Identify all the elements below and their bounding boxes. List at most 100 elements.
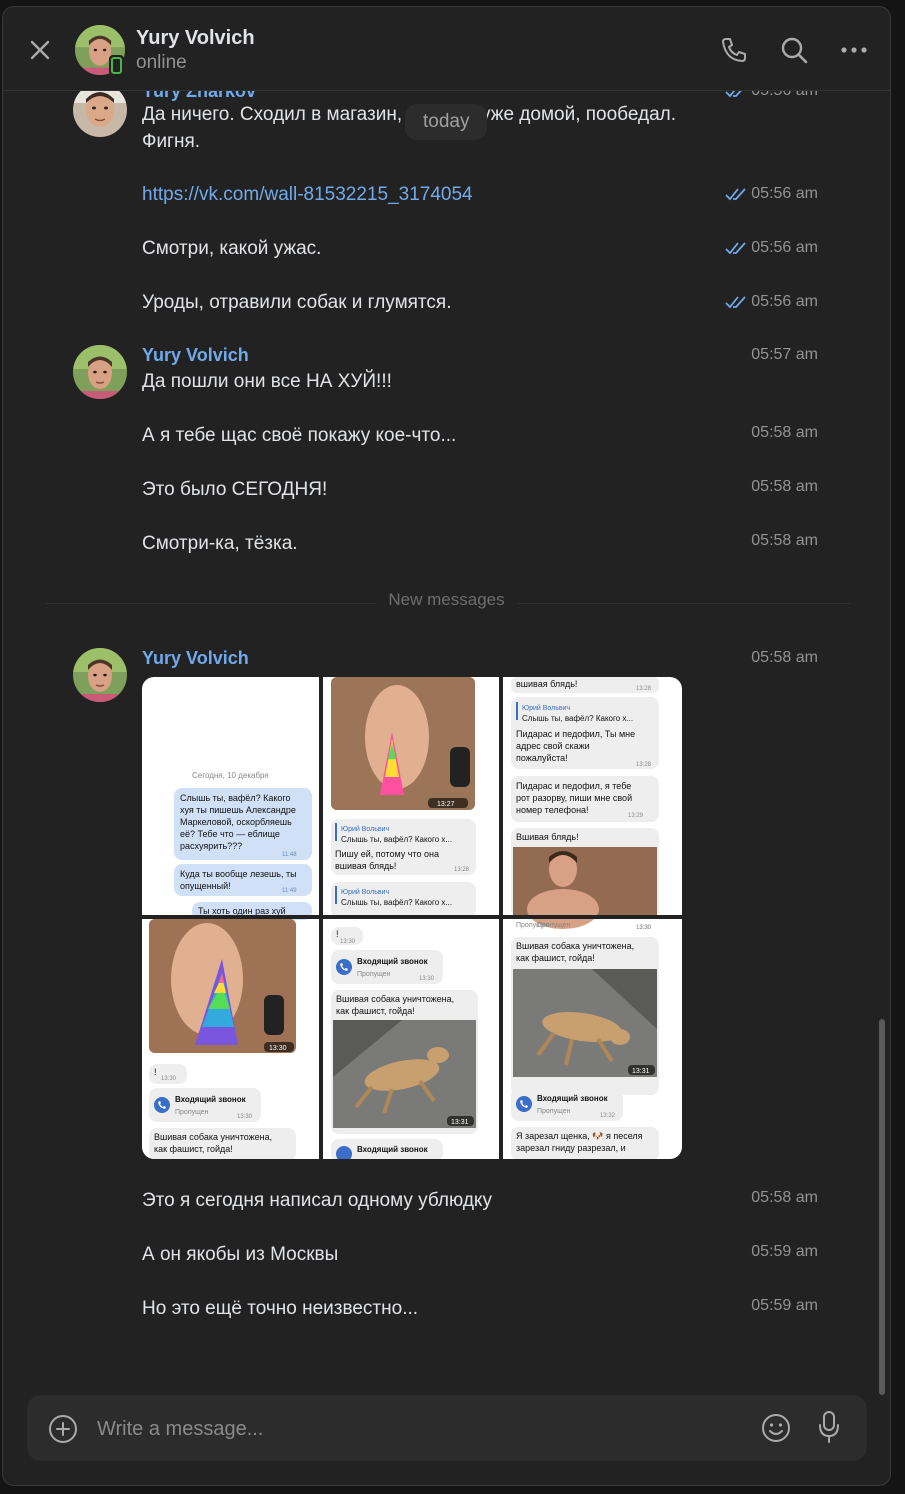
message-text: А я тебе щас своё покажу кое-что... [142,425,457,446]
svg-text:Пропущен: Пропущен [516,922,550,929]
svg-text:вшивая блядь!: вшивая блядь! [516,679,577,689]
svg-text:номер телефона!: номер телефона! [516,805,589,815]
double-check-icon [725,296,746,309]
svg-text:Сегодня, 10 декабря: Сегодня, 10 декабря [192,771,269,780]
svg-text:13:30: 13:30 [269,1045,287,1052]
photo-album[interactable]: Сегодня, 10 декабря Слышь ты, вафёл? Как… [142,677,682,1159]
svg-text:Вшивая собака уничтожена,: Вшивая собака уничтожена, [154,1132,272,1142]
svg-text:13:32: 13:32 [600,1113,616,1119]
mobile-online-icon [109,55,124,76]
avatar-yury-volvich[interactable] [73,345,127,399]
svg-text:13:30: 13:30 [419,976,435,982]
sender-name[interactable]: Yury Volvich [142,345,249,366]
svg-text:Входящий звонок: Входящий звонок [537,1094,609,1103]
svg-text:13:29: 13:29 [628,813,644,819]
svg-text:Пидарас и педофил, я тебе: Пидарас и педофил, я тебе [516,781,631,791]
message-time: 05:56 am [725,293,818,311]
phone-icon[interactable] [717,33,751,67]
svg-text:Юрий Вольвич: Юрий Вольвич [341,825,389,833]
svg-text:Пропущен: Пропущен [175,1109,209,1116]
svg-text:Слышь ты, вафёл? Какого х...: Слышь ты, вафёл? Какого х... [341,835,452,844]
message-history[interactable]: Yury Zharkov 05:56 am Да ничего. Сходил … [3,7,890,1387]
microphone-icon[interactable] [815,1409,843,1445]
svg-text:13:30: 13:30 [237,1114,253,1120]
svg-text:11:48: 11:48 [282,852,297,858]
message-text: Уроды, отравили собак и глумятся. [142,292,452,313]
svg-text:Юрий Вольвич: Юрий Вольвич [522,704,570,712]
double-check-icon [725,242,746,255]
svg-text:Вшивая блядь!: Вшивая блядь! [516,832,579,842]
svg-text:13:30: 13:30 [340,939,356,945]
svg-text:Пропущен: Пропущен [357,971,391,978]
message-text: Это я сегодня написал одному ублюдку [142,1190,492,1211]
message-time: 05:56 am [725,239,818,257]
more-icon[interactable] [837,33,871,67]
new-messages-label: New messages [3,590,890,610]
svg-text:Пидарас и педофил, Ты мне: Пидарас и педофил, Ты мне [516,729,635,739]
svg-text:её? Тебе что — еблище: её? Тебе что — еблище [180,829,280,839]
svg-text:зарезал гниду разрезал, и: зарезал гниду разрезал, и [516,1143,626,1153]
svg-text:Вшивая собака уничтожена,: Вшивая собака уничтожена, [516,941,634,951]
message-time: 05:56 am [725,185,818,203]
svg-text:Слышь ты, вафёл? Какого х...: Слышь ты, вафёл? Какого х... [341,898,452,907]
svg-text:Пропущен: Пропущен [537,1108,571,1115]
chat-window: Yury Zharkov 05:56 am Да ничего. Сходил … [2,6,891,1486]
svg-text:рот разорву, пиши мне свой: рот разорву, пиши мне свой [516,793,632,803]
svg-text:пожалуйста!: пожалуйста! [516,753,568,763]
svg-text:адрес свой скажи: адрес свой скажи [516,741,590,751]
svg-text:Входящий звонок: Входящий звонок [175,1095,247,1104]
svg-text:Пишу ей, потому что она: Пишу ей, потому что она [335,849,439,859]
svg-text:13:28: 13:28 [636,686,652,692]
svg-text:Маркеловой, оскорбляешь: Маркеловой, оскорбляешь [180,817,292,827]
chat-header: Yury Volvich online [3,7,890,91]
svg-text:Юрий Вольвич: Юрий Вольвич [341,888,389,896]
svg-text:13:31: 13:31 [632,1068,650,1075]
message-link[interactable]: https://vk.com/wall-81532215_3174054 [142,181,473,208]
svg-text:расхуярить???: расхуярить??? [180,841,242,851]
svg-text:Я зарезал щенка, 🐶 я песеля: Я зарезал щенка, 🐶 я песеля [516,1131,643,1141]
message-time: 05:58 am [751,532,818,549]
svg-text:13:30: 13:30 [161,1076,177,1082]
svg-text:вшивая блядь!: вшивая блядь! [335,861,396,871]
message-time: 05:58 am [751,478,818,495]
sender-name[interactable]: Yury Volvich [142,648,249,669]
message-input[interactable] [97,1409,697,1449]
svg-text:!: ! [154,1067,157,1077]
svg-text:опущенный!: опущенный! [180,881,231,891]
svg-text:Входящий звонок: Входящий звонок [357,957,429,966]
close-icon[interactable] [25,35,55,65]
contact-name[interactable]: Yury Volvich [136,27,255,50]
svg-text:11:49: 11:49 [282,888,297,894]
svg-text:как фашист, гойда!: как фашист, гойда! [154,1144,233,1154]
message-time: 05:59 am [751,1297,818,1314]
svg-text:как фашист, гойда!: как фашист, гойда! [336,1006,415,1016]
svg-text:13:31: 13:31 [451,1119,469,1126]
contact-status: online [136,52,187,73]
message-time: 05:58 am [751,1189,818,1206]
svg-text:Куда ты вообще лезешь, ты: Куда ты вообще лезешь, ты [180,869,297,879]
svg-text:Вшивая собака уничтожена,: Вшивая собака уничтожена, [336,994,454,1004]
message-text: Смотри-ка, тёзка. [142,533,298,554]
message-time: 05:59 am [751,1243,818,1260]
svg-text:хуя ты пишешь Александре: хуя ты пишешь Александре [180,805,296,815]
message-time: 05:58 am [751,649,818,666]
avatar-yury-zharkov[interactable] [73,83,127,137]
svg-text:Слышь ты, вафёл? Какого х...: Слышь ты, вафёл? Какого х... [522,714,633,723]
svg-text:Ты хоть один раз хуй: Ты хоть один раз хуй [198,906,286,916]
message-composer [27,1395,867,1461]
add-attachment-icon[interactable] [47,1413,79,1445]
svg-text:Входящий звонок: Входящий звонок [357,1145,429,1154]
scrollbar-thumb[interactable] [879,1019,885,1395]
search-icon[interactable] [777,33,811,67]
svg-text:Слышь ты, вафёл? Какого: Слышь ты, вафёл? Какого [180,793,290,803]
date-badge: today [405,104,488,140]
svg-text:13:27: 13:27 [437,801,455,808]
message-text: А он якобы из Москвы [142,1244,339,1265]
svg-text:!: ! [336,929,339,939]
message-text: Это было СЕГОДНЯ! [142,479,328,500]
avatar-yury-volvich[interactable] [73,648,127,702]
svg-text:13:30: 13:30 [636,925,652,931]
smile-icon[interactable] [760,1412,792,1444]
svg-text:13:28: 13:28 [454,867,470,873]
double-check-icon [725,188,746,201]
